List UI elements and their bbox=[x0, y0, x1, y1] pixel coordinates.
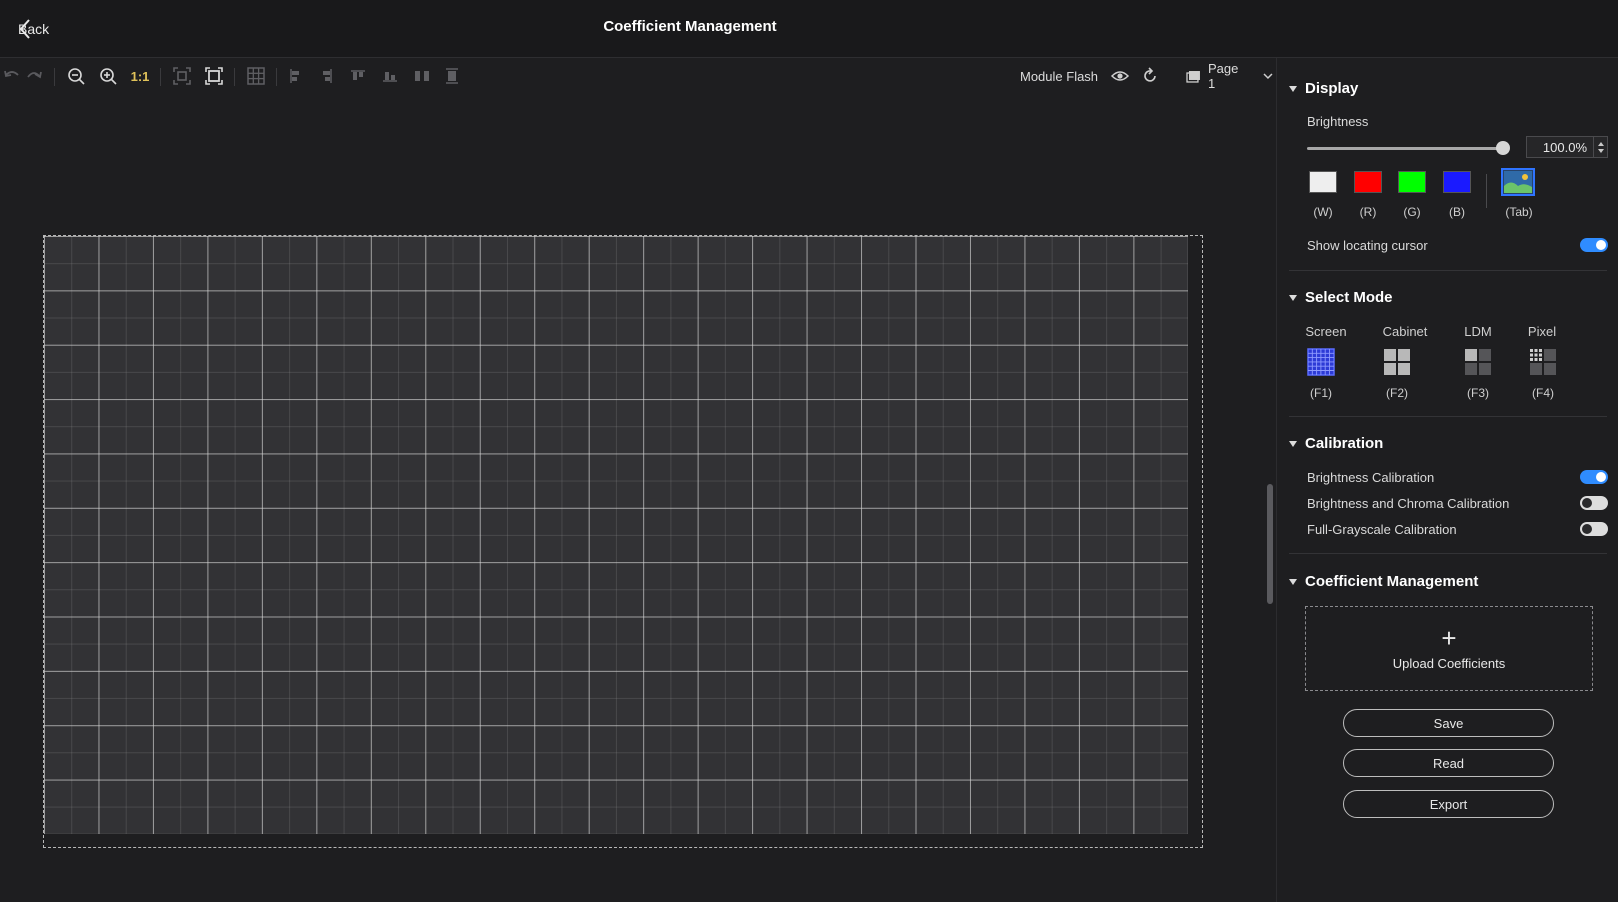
section-divider bbox=[1289, 553, 1607, 554]
calibration-section-header[interactable]: Calibration bbox=[1289, 435, 1383, 452]
select-mode-title: Select Mode bbox=[1305, 289, 1393, 306]
brightness-input[interactable]: 100.0% bbox=[1526, 136, 1608, 158]
screen-outline[interactable] bbox=[43, 235, 1203, 848]
canvas-toolbar: 1:1 Module Flash Page 1 bbox=[0, 58, 1275, 94]
actual-size-button[interactable]: 1:1 bbox=[128, 64, 152, 88]
screen-mode-icon bbox=[1307, 348, 1335, 376]
mode-key-f2: (F2) bbox=[1386, 386, 1408, 400]
calibration-item-grayscale: Full-Grayscale Calibration bbox=[1307, 522, 1457, 537]
brightness-stepper[interactable] bbox=[1593, 137, 1607, 157]
color-swatch-white[interactable] bbox=[1309, 171, 1337, 193]
export-button[interactable]: Export bbox=[1343, 790, 1554, 818]
properties-panel: Display Brightness 100.0% (W) (R) (G) (B… bbox=[1276, 58, 1618, 902]
distribute-horizontal-icon[interactable] bbox=[410, 64, 434, 88]
brightness-slider-thumb[interactable] bbox=[1496, 141, 1510, 155]
collapse-caret-icon bbox=[1289, 440, 1297, 447]
title-bar: Back Coefficient Management bbox=[0, 0, 1618, 58]
pixel-mode-button[interactable] bbox=[1529, 348, 1557, 376]
mode-key-f1: (F1) bbox=[1310, 386, 1332, 400]
swatch-divider bbox=[1486, 174, 1487, 208]
swatch-label-r: (R) bbox=[1359, 205, 1377, 219]
image-pattern-button[interactable] bbox=[1501, 168, 1535, 196]
save-button[interactable]: Save bbox=[1343, 709, 1554, 737]
color-swatch-green[interactable] bbox=[1398, 171, 1426, 193]
eye-icon[interactable] bbox=[1108, 64, 1132, 88]
cabinet-mode-button[interactable] bbox=[1383, 348, 1411, 376]
align-bottom-icon[interactable] bbox=[378, 64, 402, 88]
redo-icon[interactable] bbox=[22, 64, 46, 88]
upload-coefficients-dropzone[interactable]: + Upload Coefficients bbox=[1305, 606, 1593, 691]
select-mode-section-header[interactable]: Select Mode bbox=[1289, 289, 1393, 306]
swatch-label-w: (W) bbox=[1313, 205, 1333, 219]
collapse-caret-icon bbox=[1289, 578, 1297, 585]
toolbar-divider bbox=[276, 68, 277, 86]
zoom-in-icon[interactable] bbox=[96, 64, 120, 88]
page-label: Page 1 bbox=[1207, 61, 1239, 91]
upload-label: Upload Coefficients bbox=[1392, 656, 1506, 671]
zoom-out-icon[interactable] bbox=[64, 64, 88, 88]
chevron-down-icon bbox=[1263, 73, 1273, 80]
fit-screen-icon[interactable] bbox=[202, 64, 226, 88]
pixel-mode-icon bbox=[1530, 349, 1556, 375]
grid-icon[interactable] bbox=[244, 64, 268, 88]
collapse-caret-icon bbox=[1289, 294, 1297, 301]
image-icon bbox=[1504, 171, 1532, 193]
color-swatch-blue[interactable] bbox=[1443, 171, 1471, 193]
calibration-title: Calibration bbox=[1305, 435, 1384, 452]
swatch-label-g: (G) bbox=[1403, 205, 1421, 219]
brightness-label: Brightness bbox=[1307, 114, 1369, 129]
page-selector[interactable]: Page 1 bbox=[1186, 61, 1275, 91]
ldm-mode-button[interactable] bbox=[1464, 348, 1492, 376]
display-title: Display bbox=[1305, 80, 1359, 97]
refresh-icon[interactable] bbox=[1138, 64, 1162, 88]
toolbar-divider bbox=[234, 68, 235, 86]
align-right-icon[interactable] bbox=[314, 64, 338, 88]
screen-mode-button[interactable] bbox=[1307, 348, 1335, 376]
cabinet-grid[interactable] bbox=[44, 236, 1188, 834]
mode-label-cabinet: Cabinet bbox=[1382, 324, 1428, 339]
canvas-scrollbar[interactable] bbox=[1267, 484, 1273, 604]
mode-label-screen: Screen bbox=[1305, 324, 1347, 339]
collapse-caret-icon bbox=[1289, 85, 1297, 92]
fit-icon[interactable] bbox=[170, 64, 194, 88]
screen-canvas[interactable] bbox=[0, 94, 1275, 902]
distribute-vertical-icon[interactable] bbox=[440, 64, 464, 88]
brightness-calibration-toggle[interactable] bbox=[1580, 470, 1608, 484]
display-section-header[interactable]: Display bbox=[1289, 80, 1358, 97]
undo-icon[interactable] bbox=[0, 64, 24, 88]
read-button[interactable]: Read bbox=[1343, 749, 1554, 777]
align-left-icon[interactable] bbox=[284, 64, 308, 88]
swatch-label-tab: (Tab) bbox=[1505, 205, 1533, 219]
mode-key-f3: (F3) bbox=[1467, 386, 1489, 400]
grayscale-calibration-toggle[interactable] bbox=[1580, 522, 1608, 536]
calibration-item-brightness: Brightness Calibration bbox=[1307, 470, 1435, 485]
mode-label-ldm: LDM bbox=[1464, 324, 1492, 339]
page-title: Coefficient Management bbox=[603, 18, 777, 35]
ratio-label: 1:1 bbox=[130, 68, 150, 84]
calibration-item-chroma: Brightness and Chroma Calibration bbox=[1307, 496, 1510, 511]
coefficient-title: Coefficient Management bbox=[1305, 573, 1479, 590]
swatch-label-b: (B) bbox=[1449, 205, 1465, 219]
cursor-label: Show locating cursor bbox=[1307, 238, 1428, 253]
section-divider bbox=[1289, 416, 1607, 417]
toolbar-divider bbox=[54, 68, 55, 86]
brightness-value: 100.0% bbox=[1542, 139, 1587, 155]
cabinet-mode-icon bbox=[1384, 349, 1410, 375]
page-icon bbox=[1186, 71, 1200, 83]
mode-label-pixel: Pixel bbox=[1527, 324, 1557, 339]
ldm-mode-icon bbox=[1465, 349, 1491, 375]
module-flash-label: Module Flash bbox=[1020, 69, 1099, 84]
align-top-icon[interactable] bbox=[346, 64, 370, 88]
color-swatch-red[interactable] bbox=[1354, 171, 1382, 193]
brightness-slider[interactable] bbox=[1307, 147, 1503, 150]
mode-key-f4: (F4) bbox=[1532, 386, 1554, 400]
section-divider bbox=[1289, 270, 1607, 271]
plus-icon: + bbox=[1441, 623, 1457, 653]
cursor-toggle[interactable] bbox=[1580, 238, 1608, 252]
toolbar-divider bbox=[160, 68, 161, 86]
chroma-calibration-toggle[interactable] bbox=[1580, 496, 1608, 510]
coefficient-section-header[interactable]: Coefficient Management bbox=[1289, 573, 1478, 590]
